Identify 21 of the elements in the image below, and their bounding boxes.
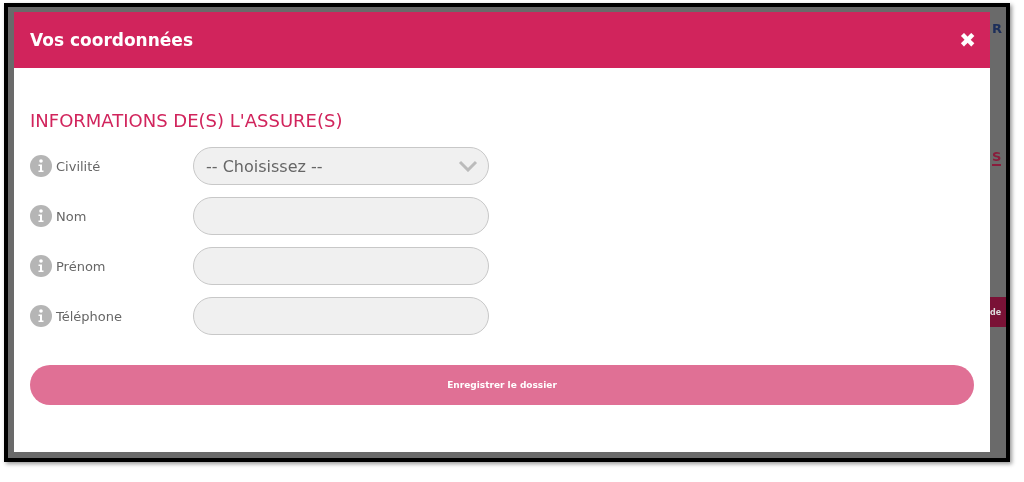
- select-value: -- Choisissez --: [206, 156, 323, 176]
- field-label: Civilité: [56, 158, 101, 174]
- field-label: Prénom: [56, 258, 106, 274]
- background-button-fragment: de: [990, 297, 1006, 327]
- background-tab-fragment: S: [992, 149, 1002, 166]
- info-icon[interactable]: [30, 155, 52, 177]
- dialog-title: Vos coordonnées: [30, 30, 193, 50]
- info-icon[interactable]: [30, 205, 52, 227]
- field-label: Nom: [56, 208, 87, 224]
- close-icon[interactable]: ✖: [959, 30, 976, 50]
- section-title: INFORMATIONS DE(S) L'ASSURE(S): [30, 110, 344, 131]
- input-field[interactable]: [193, 297, 489, 335]
- select-field[interactable]: -- Choisissez --: [193, 147, 489, 185]
- info-icon[interactable]: [30, 305, 52, 327]
- chevron-down-icon: [458, 160, 478, 172]
- background-logo-fragment: R: [992, 21, 1002, 36]
- input-field[interactable]: [193, 197, 489, 235]
- save-button[interactable]: Enregistrer le dossier: [30, 365, 974, 405]
- input-field[interactable]: [193, 247, 489, 285]
- field-label: Téléphone: [56, 308, 123, 324]
- info-icon[interactable]: [30, 255, 52, 277]
